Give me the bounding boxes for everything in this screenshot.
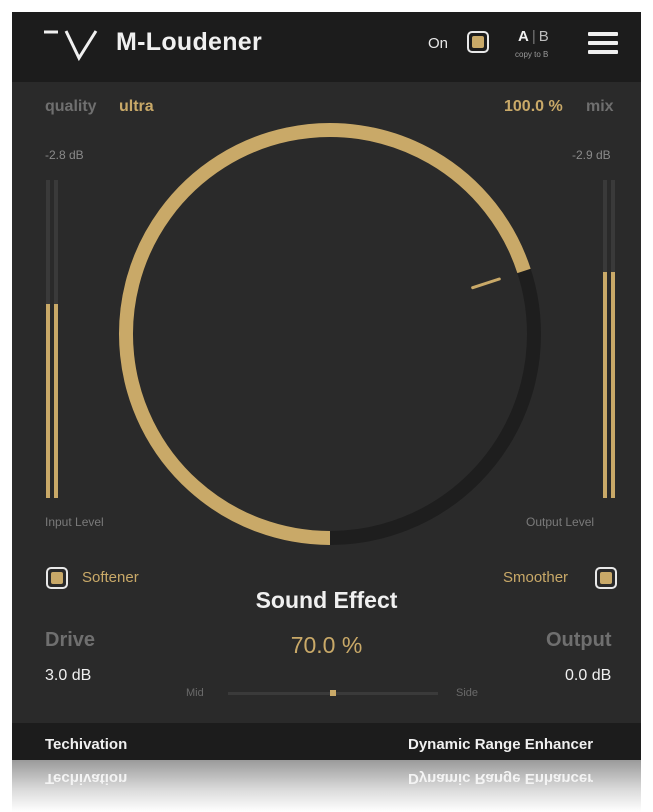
product-name: Dynamic Range Enhancer <box>408 736 594 753</box>
mix-label: mix <box>586 98 614 115</box>
product-name-reflection: Dynamic Range Enhancer <box>408 770 594 787</box>
footer-reflection: Techivation Dynamic Range Enhancer <box>12 760 641 812</box>
input-level-label: Input Level <box>45 515 104 529</box>
power-label: On <box>428 35 449 52</box>
input-meter-left <box>46 180 50 498</box>
mid-label: Mid <box>186 687 204 699</box>
quality-selector[interactable]: ultra <box>119 98 154 116</box>
smoother-checkbox[interactable] <box>595 567 617 589</box>
quality-label: quality <box>45 98 97 115</box>
copy-to-b-button[interactable]: copy to B <box>515 50 548 59</box>
input-meter-right <box>54 180 58 498</box>
output-meter-left <box>603 180 607 498</box>
ab-a-label: A <box>518 28 529 45</box>
hamburger-menu-icon[interactable] <box>588 32 618 54</box>
mix-value[interactable]: 100.0 % <box>504 98 563 116</box>
knob-value-arc <box>119 123 531 545</box>
softener-checkbox[interactable] <box>46 567 68 589</box>
sound-effect-title: Sound Effect <box>255 587 398 613</box>
output-meter-right <box>611 180 615 498</box>
drive-value[interactable]: 3.0 dB <box>45 667 91 685</box>
plugin-title: M-Loudener <box>116 28 263 56</box>
header-bar: M-Loudener On A | B copy to B <box>12 12 641 82</box>
input-level-readout: -2.8 dB <box>45 148 84 162</box>
power-toggle[interactable] <box>467 31 489 53</box>
side-label: Side <box>456 687 479 699</box>
ab-b-label: B <box>538 28 549 45</box>
plugin-window: M-Loudener On A | B copy to B quality ultr… <box>12 12 641 760</box>
techivation-logo-icon <box>44 30 98 62</box>
output-value[interactable]: 0.0 dB <box>565 667 611 685</box>
sound-effect-knob[interactable] <box>115 119 545 549</box>
brand-name: Techivation <box>45 736 128 753</box>
output-label: Output <box>546 629 612 651</box>
drive-label: Drive <box>45 629 96 651</box>
output-level-readout: -2.9 dB <box>572 148 611 162</box>
softener-label: Softener <box>82 569 139 586</box>
ab-compare-toggle[interactable]: A | B <box>518 28 549 45</box>
smoother-label: Smoother <box>503 569 569 586</box>
knob-pointer <box>471 277 501 290</box>
brand-name-reflection: Techivation <box>45 770 128 787</box>
mid-side-slider-handle[interactable] <box>330 690 336 696</box>
